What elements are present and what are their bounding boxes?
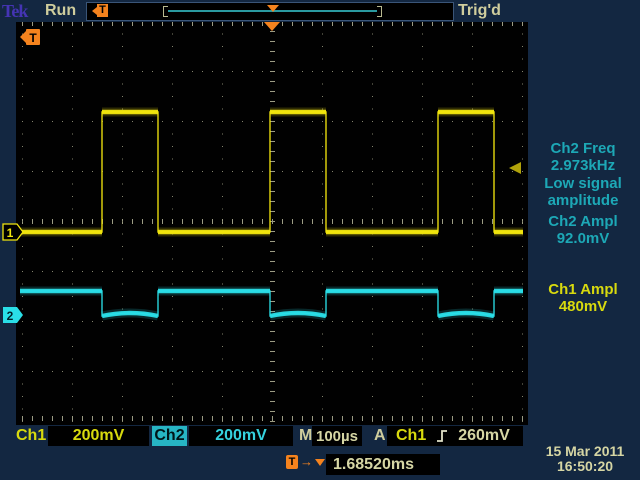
- ch2-freq-value: 2.973kHz: [528, 157, 638, 174]
- ch2-scale-readout: 200mV: [189, 426, 293, 446]
- ch2-label-chip: Ch2: [152, 426, 187, 446]
- trigger-a-label: A: [374, 427, 386, 445]
- ch2-freq-label: Ch2 Freq: [528, 140, 638, 157]
- top-status-bar: Tek Run T Trig'd: [0, 0, 640, 22]
- ch1-scale-value: 200mV: [73, 427, 125, 445]
- svg-text:2: 2: [7, 309, 14, 323]
- record-trigger-position-icon: [267, 5, 279, 12]
- trigger-readout: Ch1 260mV: [387, 426, 523, 446]
- acquisition-status: Run: [45, 2, 76, 20]
- delay-marker-icon: T →: [286, 455, 325, 469]
- trigger-t-icon: T: [286, 455, 298, 469]
- window-bracket-right-icon: [377, 6, 382, 17]
- timebase-label: M: [299, 427, 312, 445]
- oscilloscope-screen: 1 2 T Tek Run T Trig'd Ch2 Freq 2.973kHz L…: [0, 0, 640, 480]
- warning-line2: amplitude: [528, 192, 638, 209]
- ch1-ampl-label: Ch1 Ampl: [528, 281, 638, 298]
- delay-readout: 1.68520ms: [326, 454, 440, 475]
- ch1-label: Ch1: [16, 427, 46, 445]
- ch2-scale-value: 200mV: [215, 427, 267, 445]
- ch2-ampl-label: Ch2 Ampl: [528, 213, 638, 230]
- trigger-source: Ch1: [396, 427, 426, 445]
- triangle-down-icon: [315, 459, 325, 466]
- trigger-level: 260mV: [458, 427, 510, 445]
- svg-text:1: 1: [7, 226, 14, 240]
- timebase-readout: 100µs: [312, 426, 362, 446]
- ch1-ampl-value: 480mV: [528, 298, 638, 315]
- time-value: 16:50:20: [532, 459, 638, 474]
- date-value: 15 Mar 2011: [532, 444, 638, 459]
- ch2-ampl-value: 92.0mV: [528, 230, 638, 247]
- graticule-area: [16, 22, 528, 425]
- datetime-readout: 15 Mar 2011 16:50:20: [532, 444, 638, 474]
- tek-logo: Tek: [2, 1, 27, 22]
- arrow-right-icon: →: [300, 455, 313, 469]
- trigger-t-icon: T: [92, 4, 108, 17]
- ch1-scale-readout: 200mV: [48, 426, 149, 446]
- ch2-label: Ch2: [154, 427, 184, 445]
- record-view-bar: T: [86, 2, 454, 21]
- timebase-value: 100µs: [316, 428, 358, 445]
- warning-line1: Low signal: [528, 175, 638, 192]
- trigger-status: Trig'd: [458, 2, 501, 20]
- rising-edge-icon: [435, 428, 449, 444]
- delay-value: 1.68520ms: [333, 456, 414, 474]
